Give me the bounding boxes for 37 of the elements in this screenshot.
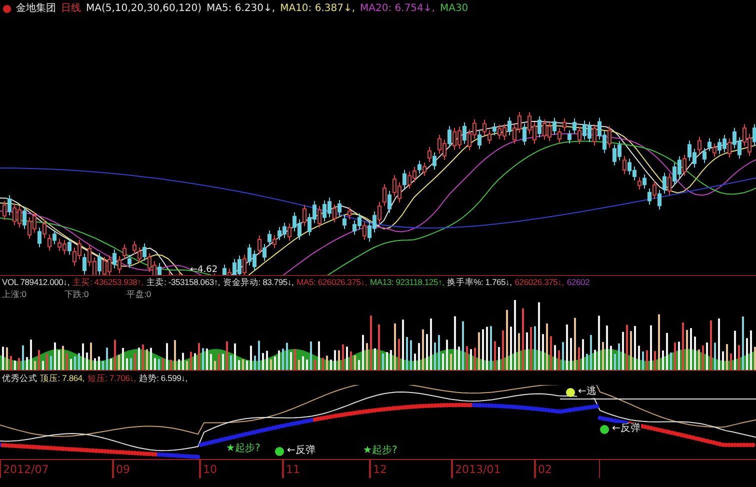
indicator-value: 趋势: 6.599↓,	[138, 372, 188, 384]
stock-logo-icon	[3, 5, 11, 13]
volume-value: 主卖: -353158.063↑,	[146, 276, 220, 288]
date-label: 11	[283, 460, 370, 478]
low-price-label: ←4.62	[190, 264, 218, 276]
date-label: 10	[200, 460, 283, 478]
indicator-name: 优秀公式	[2, 372, 38, 384]
signal-label: ★起步?	[362, 445, 398, 457]
date-label: 09	[113, 460, 200, 478]
volume-value: 主买: 436253.938↑,	[72, 276, 144, 288]
ma-params: MA(5,10,20,30,60,120)	[86, 3, 202, 15]
ma-value: MA5: 6.230↓,	[206, 3, 276, 15]
volume-value: 资金异动: 83.795↓,	[223, 276, 294, 288]
ma-value: MA30	[440, 3, 468, 15]
volume-value: MA5: 626026.375↓,	[296, 276, 367, 288]
ma-value: MA20: 6.754↓,	[360, 3, 435, 15]
count-label: 下跌:0	[64, 288, 89, 300]
indicator-value: 短压: 7.706↓,	[88, 372, 136, 384]
signal-label: ★起步?	[225, 443, 262, 455]
date-label: 2012/07	[0, 460, 113, 478]
volume-value: 换手率%: 1.765↓,	[447, 276, 512, 288]
volume-value: 62602	[566, 276, 590, 288]
volume-value: 626026.375↓,	[514, 276, 564, 288]
stock-name: 金地集团	[16, 3, 56, 15]
count-label: 上涨:0	[2, 288, 26, 300]
volume-value: MA13: 923118.125↑,	[370, 276, 444, 288]
signal-label: ←逃	[577, 386, 598, 398]
ma-value: MA10: 6.387↓,	[280, 3, 356, 15]
period-label[interactable]: 日线	[61, 3, 81, 15]
date-label: 2013/01	[452, 460, 535, 478]
signal-label: ←反弹	[611, 423, 642, 435]
volume-value: VOL 789412.000↓,	[2, 276, 70, 288]
indicator-value: 顶压: 7.864,	[40, 372, 85, 384]
signal-label: ←反弹	[286, 445, 316, 457]
count-label: 平盘:0	[126, 288, 151, 300]
date-label: 12	[370, 460, 452, 478]
date-label: 02	[535, 460, 600, 478]
